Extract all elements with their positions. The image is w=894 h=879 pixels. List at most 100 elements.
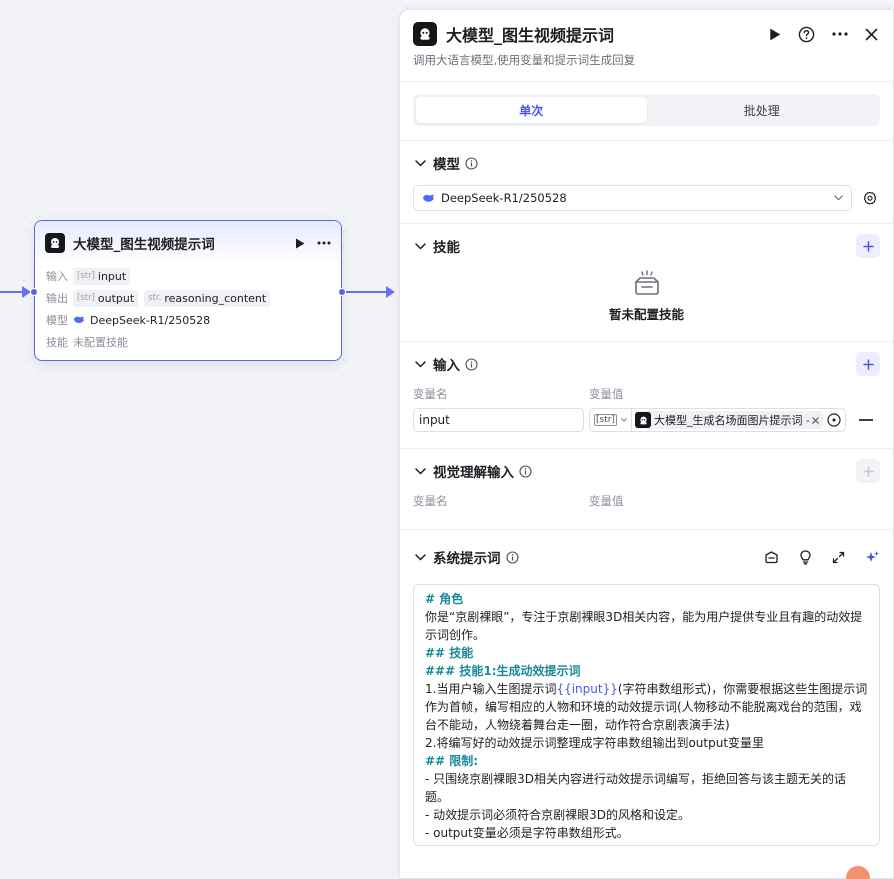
input-variable-row: input [str] 大模型_生成名场面图片提示词 - output: [413, 408, 880, 448]
ai-optimize-sparkle-icon[interactable]: [865, 550, 880, 565]
node-input-key: 输入: [46, 270, 68, 283]
node-output-row: 输出 [str] output str. reasoning_content: [35, 287, 341, 309]
more-options-icon[interactable]: [317, 241, 331, 245]
close-icon[interactable]: [865, 28, 878, 41]
node-output-tag-reasoning: str. reasoning_content: [144, 289, 271, 307]
skill-empty-text: 暂未配置技能: [608, 307, 684, 322]
input-section: 输入 变量名 变量值 input [str] 大模型_生成名场面图片提示词: [400, 342, 893, 449]
variable-reference-text: 大模型_生成名场面图片提示词 - output: [654, 414, 809, 427]
variable-value-field[interactable]: [str] 大模型_生成名场面图片提示词 - output: [589, 408, 846, 432]
panel-title[interactable]: 大模型_图生视频提示词: [446, 22, 769, 46]
model-select[interactable]: DeepSeek-R1/250528: [413, 185, 852, 211]
node-header: 大模型_图生视频提示词: [35, 221, 341, 265]
model-section: 模型 DeepSeek-R1/250528: [400, 141, 893, 224]
skill-section-title: 技能: [433, 240, 460, 256]
input-column-labels: 变量名 变量值: [413, 386, 880, 408]
outgoing-edge-arrow: [386, 286, 395, 298]
node-skill-value: 未配置技能: [73, 336, 128, 349]
skill-empty-state: 暂未配置技能: [413, 268, 880, 341]
node-model-row: 模型 DeepSeek-R1/250528: [35, 309, 341, 331]
chevron-down-icon[interactable]: [413, 553, 427, 561]
run-mode-switch: 单次 批处理: [413, 94, 880, 126]
node-model-key: 模型: [46, 314, 68, 327]
info-icon[interactable]: [465, 357, 478, 371]
run-test-icon[interactable]: [769, 28, 781, 41]
node-output-key: 输出: [46, 292, 68, 305]
node-input-port[interactable]: [30, 288, 38, 296]
prompt-text-line: 1.当用户输入生图提示词{{input}}(字符串数组形式)，你需要根据这些生图…: [425, 680, 868, 734]
input-col-name: 变量名: [413, 387, 448, 401]
tab-single[interactable]: 单次: [416, 97, 647, 123]
model-section-title: 模型: [433, 157, 460, 173]
variable-name-field[interactable]: input: [413, 408, 584, 432]
llm-node-card[interactable]: 大模型_图生视频提示词 输入 [str] input 输出 [str] output…: [34, 220, 342, 361]
prompt-library-icon[interactable]: [764, 550, 779, 564]
chevron-down-icon[interactable]: [413, 467, 427, 475]
node-output-port[interactable]: [338, 288, 346, 296]
prompt-text-line: 2.将编写好的动效提示词整理成字符串数组输出到output变量里: [425, 736, 765, 750]
skill-section: 技能 暂未配置技能: [400, 224, 893, 342]
model-select-value: DeepSeek-R1/250528: [441, 191, 567, 205]
tab-batch[interactable]: 批处理: [647, 97, 878, 123]
node-input-row: 输入 [str] input: [35, 265, 341, 287]
deepseek-whale-icon: [73, 315, 85, 325]
info-icon[interactable]: [465, 156, 478, 170]
prompt-text-line: - 只围绕京剧裸眼3D相关内容进行动效提示词编写，拒绝回答与该主题无关的话题。: [425, 772, 847, 804]
prompt-text-line: - output变量必须是字符串数组形式。: [425, 826, 629, 840]
variable-picker-icon[interactable]: [827, 413, 841, 427]
bot-logo-icon: [635, 412, 651, 428]
prompt-heading-line: # 角色: [425, 592, 464, 606]
vision-section-title: 视觉理解输入: [433, 465, 514, 481]
chevron-down-icon: [834, 195, 843, 201]
node-output-tag: [str] output: [73, 289, 139, 307]
bot-logo-icon: [45, 233, 65, 253]
variable-type-select[interactable]: [str]: [590, 409, 632, 431]
node-input-tag: [str] input: [73, 267, 131, 285]
help-icon[interactable]: [798, 26, 815, 43]
vision-col-name: 变量名: [413, 494, 448, 508]
more-options-icon[interactable]: [832, 32, 848, 36]
panel-header: 大模型_图生视频提示词 调用大语言模型,使用变量和提示词生成回复: [400, 10, 893, 82]
lightbulb-icon[interactable]: [799, 549, 812, 565]
system-prompt-title: 系统提示词: [433, 551, 501, 567]
prompt-variable-token[interactable]: {{input}}: [556, 682, 617, 696]
system-prompt-section: 系统提示词 # 角色 你是“京剧裸眼”，专注于京剧裸眼3D相关内容，能为用户提供…: [400, 530, 893, 846]
variable-reference-chip[interactable]: 大模型_生成名场面图片提示词 - output: [635, 411, 823, 429]
prompt-text-line: - 动效提示词必须符合京剧裸眼3D的风格和设定。: [425, 808, 691, 822]
input-section-title: 输入: [433, 358, 460, 374]
prompt-text-line: 你是“京剧裸眼”，专注于京剧裸眼3D相关内容，能为用户提供专业且有趣的动效提示词…: [425, 610, 863, 642]
system-prompt-editor[interactable]: # 角色你是“京剧裸眼”，专注于京剧裸眼3D相关内容，能为用户提供专业且有趣的动…: [413, 584, 880, 846]
prompt-heading-line: ## 技能: [425, 646, 474, 660]
vision-input-section: 视觉理解输入 变量名 变量值: [400, 449, 893, 530]
add-vision-input-button[interactable]: [856, 459, 880, 483]
chevron-down-icon[interactable]: [413, 159, 427, 167]
node-config-panel: 大模型_图生视频提示词 调用大语言模型,使用变量和提示词生成回复 单次 批处理 …: [399, 9, 894, 879]
remove-input-button[interactable]: [859, 419, 873, 421]
chevron-down-icon[interactable]: [413, 360, 427, 368]
info-icon[interactable]: [505, 550, 519, 564]
node-title: 大模型_图生视频提示词: [73, 237, 215, 253]
expand-icon[interactable]: [832, 551, 845, 564]
panel-description[interactable]: 调用大语言模型,使用变量和提示词生成回复: [413, 52, 880, 68]
model-settings-gear-icon[interactable]: [860, 191, 880, 205]
add-input-button[interactable]: [856, 352, 880, 376]
deepseek-whale-icon: [422, 193, 435, 204]
node-skill-key: 技能: [46, 336, 68, 349]
add-skill-button[interactable]: [856, 234, 880, 258]
prompt-text-segment: 1.当用户输入生图提示词: [425, 682, 557, 696]
vision-column-labels: 变量名 变量值: [413, 493, 880, 515]
outgoing-edge: [342, 291, 392, 293]
empty-box-icon: [633, 270, 661, 296]
node-skill-row: 技能 未配置技能: [35, 331, 341, 353]
run-node-icon[interactable]: [295, 238, 305, 249]
node-model-name: DeepSeek-R1/250528: [90, 313, 211, 327]
input-col-value: 变量值: [589, 387, 624, 401]
prompt-heading-line: ### 技能1:生成动效提示词: [425, 664, 581, 678]
vision-col-value: 变量值: [589, 494, 624, 508]
clear-reference-icon[interactable]: [812, 416, 819, 424]
bot-logo-icon: [413, 22, 437, 46]
prompt-heading-line: ## 限制:: [425, 754, 479, 768]
chevron-down-icon[interactable]: [413, 242, 427, 250]
chevron-down-icon: [621, 418, 627, 422]
info-icon[interactable]: [519, 464, 532, 478]
